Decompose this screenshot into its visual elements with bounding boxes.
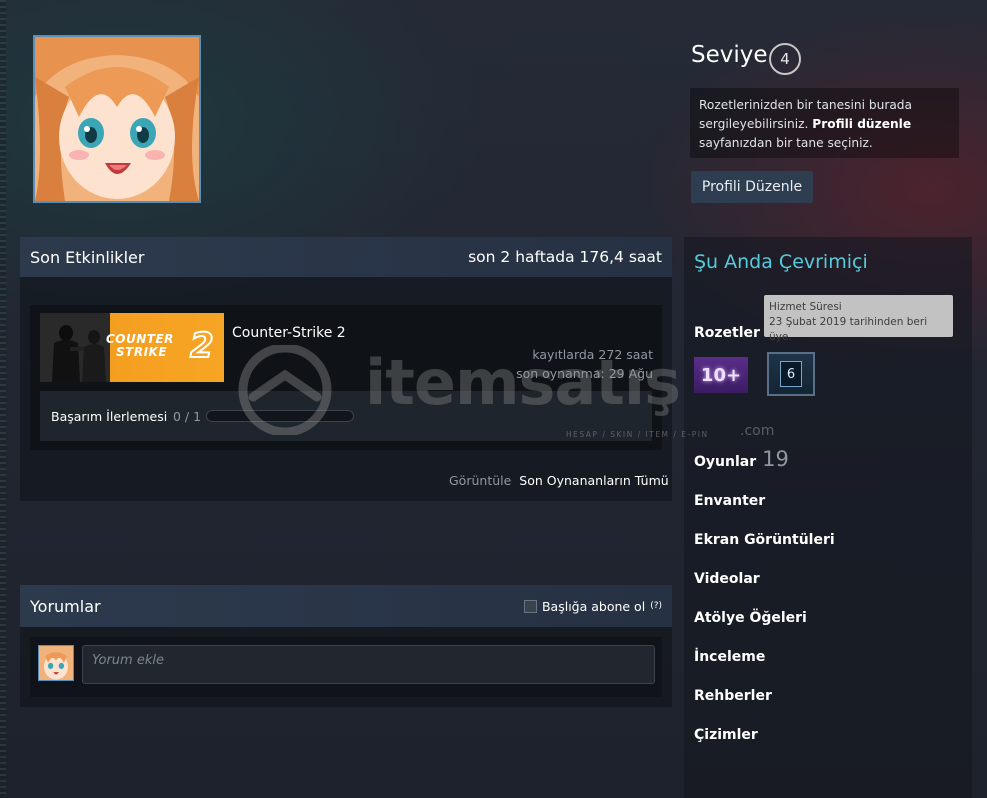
subscribe-label[interactable]: Başlığa abone ol [542, 599, 645, 614]
sidebar-link-screenshots[interactable]: Ekran Görüntüleri [694, 532, 835, 548]
tooltip-text: 23 Şubat 2019 tarihinden beri üye. [769, 316, 928, 343]
community-badge-level: 6 [780, 361, 802, 387]
years-of-service-badge[interactable]: 10+ [694, 357, 748, 393]
recent-hours-summary: son 2 haftada 176,4 saat [468, 248, 662, 266]
games-link-row[interactable]: Oyunlar 19 [694, 447, 789, 471]
game-logo-line2: STRIKE [116, 345, 168, 359]
sidebar-link-videos[interactable]: Videolar [694, 571, 760, 587]
comments-title: Yorumlar [30, 596, 101, 616]
sidebar-link-artwork[interactable]: Çizimler [694, 727, 758, 743]
online-status: Şu Anda Çevrimiçi [694, 251, 868, 273]
subscribe-help-link[interactable]: (?) [650, 601, 662, 611]
comment-input[interactable]: Yorum ekle [82, 645, 655, 684]
recent-activity-header: Son Etkinlikler son 2 haftada 176,4 saat [20, 237, 672, 277]
subscribe-thread[interactable]: Başlığa abone ol (?) [523, 599, 662, 614]
community-badge[interactable]: 6 [767, 352, 815, 396]
profile-avatar[interactable] [33, 35, 201, 203]
edit-profile-button[interactable]: Profili Düzenle [691, 171, 813, 203]
view-all-recent-games-link[interactable]: Son Oynananların Tümü [519, 473, 668, 488]
subscribe-checkbox[interactable] [523, 599, 537, 613]
view-label: Görüntüle [449, 473, 512, 488]
game-logo-text: COUNTER STRIKE [106, 333, 174, 359]
left-edge-decoration [0, 0, 6, 798]
view-all-row: Görüntüle Son Oynananların Tümü [449, 473, 669, 488]
game-name-link[interactable]: Counter-Strike 2 [232, 325, 346, 341]
badge-hint-text-2: sayfanızdan bir tane seçiniz. [699, 136, 873, 150]
edit-profile-inline-link[interactable]: Profili düzenle [812, 117, 911, 131]
recent-activity-title: Son Etkinlikler [30, 247, 145, 267]
years-of-service-tooltip: Hizmet Süresi 23 Şubat 2019 tarihinden b… [764, 295, 953, 343]
sidebar-link-guides[interactable]: Rehberler [694, 688, 772, 704]
watermark-brand: itemsatış [365, 346, 681, 419]
mini-avatar-image [39, 646, 73, 680]
game-soldiers-icon [40, 313, 110, 382]
game-logo-number: 2 [189, 326, 215, 366]
level-title: Seviye [691, 42, 768, 68]
avatar-anime-girl-image [35, 37, 199, 201]
level-badge[interactable]: 4 [769, 43, 801, 75]
comments-header: Yorumlar Başlığa abone ol (?) [20, 585, 672, 627]
games-count: 19 [762, 447, 789, 471]
badges-link[interactable]: Rozetler [694, 325, 760, 341]
commenter-avatar [38, 645, 74, 681]
achievement-progress-bar [206, 410, 354, 422]
badge-showcase-hint: Rozetlerinizden bir tanesini burada serg… [690, 88, 959, 158]
tooltip-title: Hizmet Süresi [769, 301, 842, 313]
game-capsule-image[interactable]: COUNTER STRIKE 2 [40, 313, 224, 382]
watermark-tagline: HESAP / SKIN / ITEM / E-PIN [566, 430, 709, 439]
sidebar-link-inventory[interactable]: Envanter [694, 493, 765, 509]
sidebar-link-reviews[interactable]: İnceleme [694, 649, 765, 665]
games-link[interactable]: Oyunlar [694, 454, 756, 470]
achievement-progress-count: 0 / 1 [173, 409, 202, 424]
sidebar-link-workshop[interactable]: Atölye Öğeleri [694, 610, 807, 626]
watermark-domain: .com [740, 423, 775, 439]
achievement-progress-label: Başarım İlerlemesi [51, 409, 168, 424]
